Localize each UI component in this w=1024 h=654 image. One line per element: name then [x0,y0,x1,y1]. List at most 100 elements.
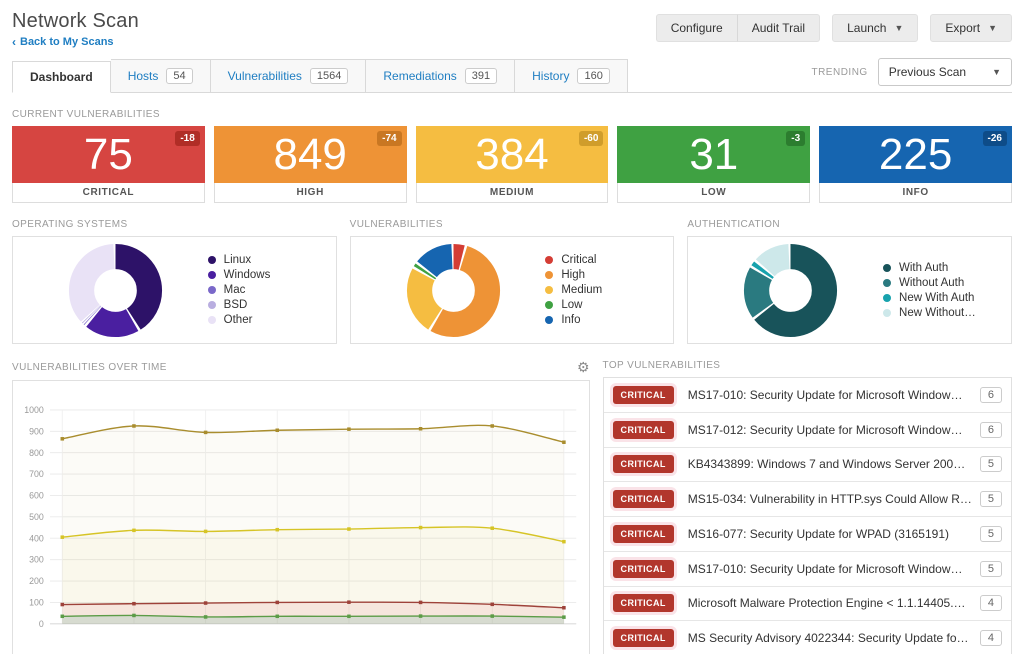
severity-badge: CRITICAL [613,421,674,439]
vulnerability-count-badge: 4 [980,595,1002,611]
operating-systems-donut [23,242,208,339]
trending-select[interactable]: Previous Scan ▼ [878,58,1012,86]
vulnerabilities-section: VULNERABILITIES Critical High Medium Low… [350,203,675,344]
severity-badge: CRITICAL [613,525,674,543]
card-label: LOW [617,183,810,203]
operating-systems-section: OPERATING SYSTEMS Linux Windows Mac BSD … [12,203,337,344]
vulnerabilities-donut [361,242,546,339]
tab-bar: Dashboard Hosts 54 Vulnerabilities 1564 … [12,58,1012,93]
vulnerability-row[interactable]: CRITICAL Microsoft Malware Protection En… [604,587,1011,622]
vulnerability-row[interactable]: CRITICAL MS15-034: Vulnerability in HTTP… [604,482,1011,517]
legend-item: High [545,269,661,281]
severity-badge: CRITICAL [613,490,674,508]
card-medium[interactable]: 384 -60 MEDIUM [416,126,609,203]
legend-label: Without Auth [899,277,964,289]
donut-row: OPERATING SYSTEMS Linux Windows Mac BSD … [12,203,1012,344]
vulnerability-row[interactable]: CRITICAL MS17-010: Security Update for M… [604,552,1011,587]
svg-text:600: 600 [29,491,44,501]
severity-badge: CRITICAL [613,560,674,578]
card-info[interactable]: 225 -26 INFO [819,126,1012,203]
card-delta-badge: -74 [377,131,401,146]
tab-vulnerabilities[interactable]: Vulnerabilities 1564 [211,59,367,93]
svg-text:200: 200 [29,576,44,586]
operating-systems-panel: Linux Windows Mac BSD Other [12,236,337,344]
legend-item: Without Auth [883,277,999,289]
legend-item: With Auth [883,262,999,274]
legend-label: Low [561,299,582,311]
authentication-panel: With Auth Without Auth New With Auth New… [687,236,1012,344]
trending-label: TRENDING [811,67,867,78]
title-block: Network Scan ‹ Back to My Scans [12,10,139,48]
tab-history[interactable]: History 160 [515,59,628,93]
back-link[interactable]: ‹ Back to My Scans [12,36,139,48]
card-value: 31 [689,133,738,177]
top-actions: Configure Audit Trail Launch ▼ Export ▼ [656,14,1012,42]
legend-item: Critical [545,254,661,266]
caret-down-icon: ▼ [992,67,1001,77]
tab-count-badge: 391 [465,68,497,84]
legend-label: High [561,269,585,281]
trending-control: TRENDING Previous Scan ▼ [811,58,1012,92]
legend-dot [208,301,216,309]
vulnerability-name: Microsoft Malware Protection Engine < 1.… [688,596,980,610]
configure-audit-group: Configure Audit Trail [656,14,820,42]
trending-select-value: Previous Scan [889,65,966,79]
launch-button-label: Launch [847,21,886,35]
launch-button[interactable]: Launch ▼ [832,14,918,42]
vulnerability-name: MS17-010: Security Update for Microsoft … [688,562,980,576]
legend-dot [208,271,216,279]
card-high[interactable]: 849 -74 HIGH [214,126,407,203]
vulnerability-count-badge: 5 [980,561,1002,577]
legend-dot [208,316,216,324]
vulnerability-count-badge: 6 [980,422,1002,438]
legend-dot [208,256,216,264]
tab-count-badge: 1564 [310,68,348,84]
caret-down-icon: ▼ [894,23,903,33]
vulnerabilities-panel: Critical High Medium Low Info [350,236,675,344]
card-value: 849 [273,133,346,177]
tab-hosts[interactable]: Hosts 54 [111,59,211,93]
vulnerability-row[interactable]: CRITICAL MS17-012: Security Update for M… [604,413,1011,448]
line-chart: 01002003004005006007008009001000 [13,381,589,654]
tab-remediations[interactable]: Remediations 391 [366,59,515,93]
legend-label: New Without… [899,307,976,319]
legend-label: Info [561,314,580,326]
card-delta-badge: -18 [175,131,199,146]
tab-label: Dashboard [30,70,93,84]
legend-label: New With Auth [899,292,974,304]
vulnerability-name: MS16-077: Security Update for WPAD (3165… [688,527,980,541]
over-time-label-row: VULNERABILITIES OVER TIME ⚙ [12,360,590,374]
vulnerability-name: MS Security Advisory 4022344: Security U… [688,631,980,645]
vulnerability-row[interactable]: CRITICAL MS16-077: Security Update for W… [604,517,1011,552]
vulnerability-row[interactable]: CRITICAL KB4343899: Windows 7 and Window… [604,448,1011,483]
legend-dot [545,256,553,264]
legend-label: Critical [561,254,596,266]
scan-dashboard-page: Network Scan ‹ Back to My Scans Configur… [0,0,1024,654]
operating-systems-legend: Linux Windows Mac BSD Other [208,254,326,326]
gear-icon[interactable]: ⚙ [577,360,590,374]
tab-label: Vulnerabilities [228,69,302,83]
donut-chart [742,242,839,339]
card-low[interactable]: 31 -3 LOW [617,126,810,203]
vulnerability-count-badge: 5 [980,491,1002,507]
export-button[interactable]: Export ▼ [930,14,1012,42]
legend-dot [208,286,216,294]
severity-badge: CRITICAL [613,629,674,647]
configure-button[interactable]: Configure [656,14,738,42]
card-delta-badge: -3 [786,131,805,146]
over-time-label: VULNERABILITIES OVER TIME [12,362,167,373]
card-label: MEDIUM [416,183,609,203]
vulnerability-row[interactable]: CRITICAL MS Security Advisory 4022344: S… [604,621,1011,654]
donut-chart [405,242,502,339]
audit-trail-button[interactable]: Audit Trail [738,14,820,42]
vulnerability-count-badge: 4 [980,630,1002,646]
severity-badge: CRITICAL [613,386,674,404]
card-critical[interactable]: 75 -18 CRITICAL [12,126,205,203]
tab-dashboard[interactable]: Dashboard [12,61,111,93]
vulnerability-count-badge: 5 [980,456,1002,472]
authentication-section: AUTHENTICATION With Auth Without Auth Ne… [687,203,1012,344]
over-time-panel: 01002003004005006007008009001000 [12,380,590,654]
page-title: Network Scan [12,10,139,33]
vulnerability-row[interactable]: CRITICAL MS17-010: Security Update for M… [604,378,1011,413]
caret-down-icon: ▼ [988,23,997,33]
